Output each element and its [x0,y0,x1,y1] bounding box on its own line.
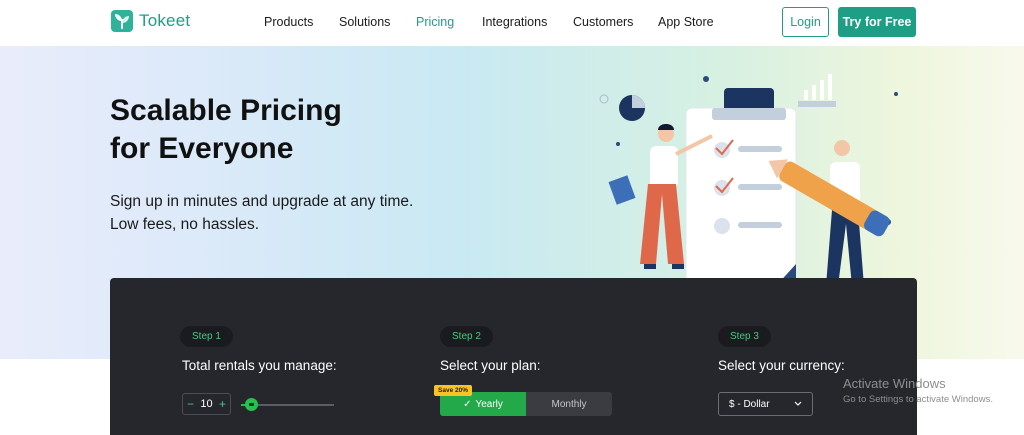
hero-title-line2: for Everyone [110,132,294,165]
plan-yearly-label: Yearly [475,398,503,410]
hero-title: Scalable Pricing for Everyone [110,92,342,168]
save-badge: Save 20% [434,385,472,396]
nav-integrations[interactable]: Integrations [482,15,547,29]
plan-monthly-option[interactable]: Monthly [526,392,612,416]
tokeet-leaf-icon [111,10,133,32]
chevron-down-icon [794,401,802,406]
nav-pricing[interactable]: Pricing [416,15,454,29]
step-1-badge: Step 1 [180,326,233,347]
nav-solutions[interactable]: Solutions [339,15,390,29]
step-2-badge: Step 2 [440,326,493,347]
try-for-free-button[interactable]: Try for Free [838,7,916,37]
rentals-stepper: − 10 + [182,393,231,415]
activate-windows-watermark: Activate Windows Go to Settings to activ… [843,376,993,405]
nav-customers[interactable]: Customers [573,15,633,29]
hero-subtitle: Sign up in minutes and upgrade at any ti… [110,190,413,236]
watermark-subtitle: Go to Settings to activate Windows. [843,394,993,405]
rentals-count[interactable]: 10 [200,398,212,410]
plus-icon[interactable]: + [219,398,226,410]
step-3-title: Select your currency: [718,358,845,373]
rentals-slider-thumb[interactable] [245,398,258,411]
hero-subtitle-line1: Sign up in minutes and upgrade at any ti… [110,193,414,210]
logo-text: Tokeet [139,11,191,30]
step-1-title: Total rentals you manage: [182,358,337,373]
hero-subtitle-line2: Low fees, no hassles. [110,216,260,233]
currency-select[interactable]: $ - Dollar [718,392,813,416]
minus-icon[interactable]: − [187,398,194,410]
check-icon: ✓ [463,398,472,410]
currency-value: $ - Dollar [729,398,770,410]
step-3-badge: Step 3 [718,326,771,347]
top-header: Tokeet Products Solutions Pricing Integr… [0,0,1024,46]
pricing-calculator-card: Step 1 Total rentals you manage: − 10 + … [110,278,917,435]
pricing-checklist-illustration [598,74,898,304]
bar-chart-icon [798,74,836,107]
step-2-title: Select your plan: [440,358,541,373]
nav-products[interactable]: Products [264,15,313,29]
nav-app-store[interactable]: App Store [658,15,714,29]
pie-chart-icon [619,95,645,121]
tokeet-logo[interactable]: Tokeet [111,10,190,32]
watermark-title: Activate Windows [843,376,946,391]
login-button[interactable]: Login [782,7,829,37]
hero-title-line1: Scalable Pricing [110,94,342,127]
